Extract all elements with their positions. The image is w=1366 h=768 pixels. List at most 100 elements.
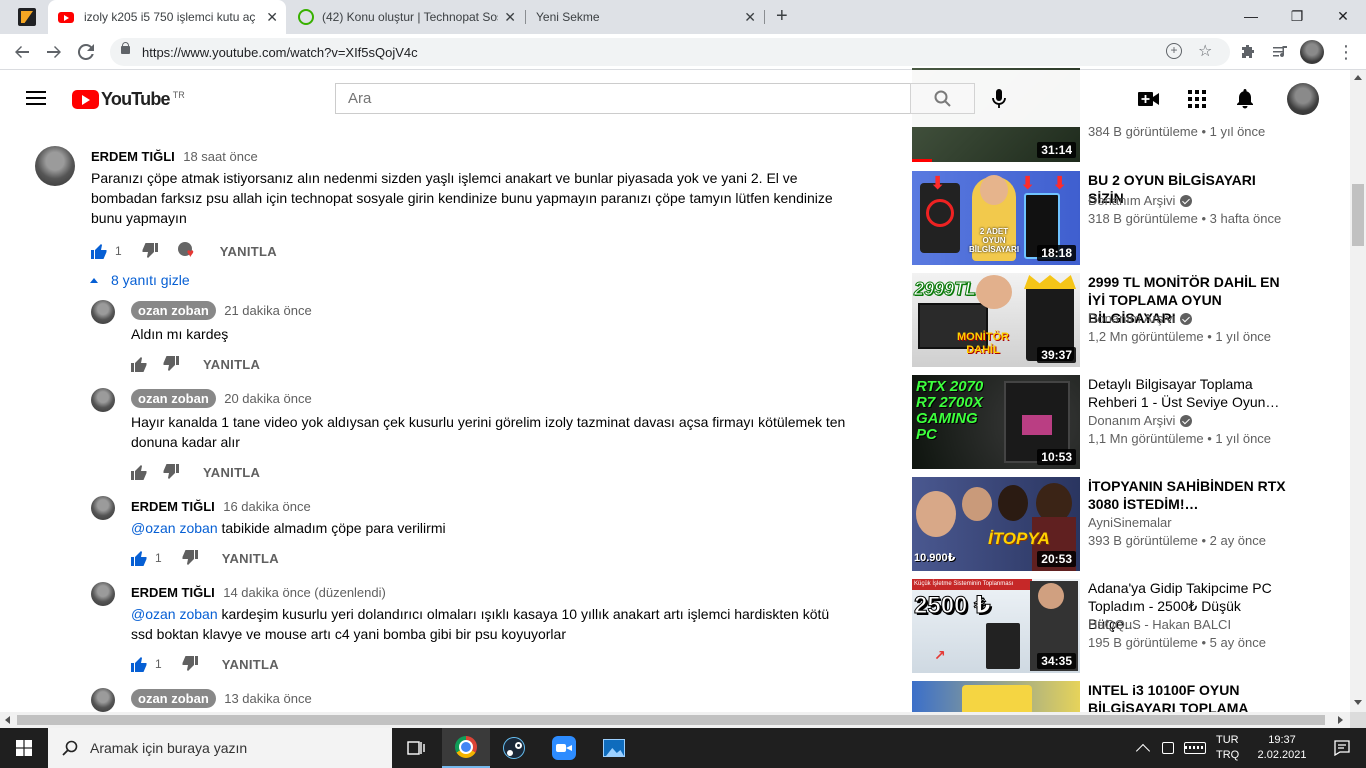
bookmark-star-icon[interactable]: ☆ xyxy=(1198,41,1212,61)
steam-taskbar-icon[interactable] xyxy=(490,728,538,768)
tab-technopat[interactable]: (42) Konu oluştur | Technopat Sos ✕ xyxy=(288,0,524,34)
close-tab-icon[interactable]: ✕ xyxy=(266,9,278,26)
create-video-icon[interactable] xyxy=(1137,87,1161,111)
notifications-bell-icon[interactable] xyxy=(1233,87,1257,111)
video-channel[interactable]: Donanım Arşivi xyxy=(1088,413,1193,428)
reply-author[interactable]: ERDEM TIĞLI xyxy=(131,585,215,600)
tab-new-tab[interactable]: Yeni Sekme ✕ xyxy=(526,0,764,34)
reply-button[interactable]: YANITLA xyxy=(222,551,279,566)
youtube-logo[interactable]: YouTube TR xyxy=(72,89,185,110)
action-center-icon[interactable] xyxy=(1318,728,1366,768)
add-shortcut-icon[interactable]: + xyxy=(1166,43,1182,59)
close-tab-icon[interactable]: ✕ xyxy=(504,9,516,26)
reply-author[interactable]: ERDEM TIĞLI xyxy=(131,499,215,514)
zoom-taskbar-icon[interactable] xyxy=(540,728,588,768)
video-thumbnail[interactable]: RTX 2070 R7 2700X GAMING PC 10:53 xyxy=(912,375,1080,469)
profile-avatar[interactable] xyxy=(1300,40,1324,64)
scroll-down-arrow-icon[interactable] xyxy=(1354,700,1362,705)
mention-link[interactable]: @ozan zoban xyxy=(131,520,218,536)
video-thumbnail[interactable] xyxy=(912,681,1080,712)
video-thumbnail[interactable]: 2999TL MONİTÖR DAHİL 39:37 xyxy=(912,273,1080,367)
apps-grid-icon[interactable] xyxy=(1185,87,1209,111)
tray-chevron-up-icon[interactable] xyxy=(1135,743,1151,759)
clock[interactable]: 19:37 2.02.2021 xyxy=(1252,733,1312,763)
windows-start-icon[interactable] xyxy=(0,728,48,768)
chrome-menu-icon[interactable]: ⋮ xyxy=(1334,40,1358,64)
like-icon[interactable] xyxy=(131,656,147,672)
tab-youtube-video[interactable]: izoly k205 i5 750 işlemci kutu açı ✕ xyxy=(48,0,286,34)
reply-button[interactable]: YANITLA xyxy=(220,244,277,259)
hamburger-menu-icon[interactable] xyxy=(26,91,46,105)
dislike-icon[interactable] xyxy=(163,356,179,372)
scroll-right-arrow-icon[interactable] xyxy=(1338,716,1343,724)
comment-author[interactable]: ERDEM TIĞLI xyxy=(91,149,175,164)
search-input[interactable] xyxy=(336,84,910,113)
avatar[interactable] xyxy=(35,146,75,186)
video-channel[interactable]: HaQQuS - Hakan BALCI xyxy=(1088,617,1231,632)
video-thumbnail[interactable]: ⬇ ⬇ ⬇ 2 ADET OYUN BİLGİSAYARI 18:18 xyxy=(912,171,1080,265)
dislike-icon[interactable] xyxy=(163,464,179,480)
reply-button[interactable]: YANITLA xyxy=(203,357,260,372)
like-icon[interactable] xyxy=(131,356,147,372)
search-field[interactable] xyxy=(335,83,911,114)
avatar[interactable] xyxy=(91,300,115,324)
search-button[interactable] xyxy=(910,83,975,114)
video-title[interactable]: INTEL i3 10100F OYUN BİLGİSAYARI TOPLAMA xyxy=(1088,681,1288,712)
video-thumbnail[interactable]: İTOPYA 10.900₺ 20:53 xyxy=(912,477,1080,571)
keyboard-icon[interactable] xyxy=(1184,742,1206,754)
reply-time[interactable]: 20 dakika önce xyxy=(224,391,311,406)
reply-time[interactable]: 14 dakika önce (düzenlendi) xyxy=(223,585,386,600)
scrollbar-thumb[interactable] xyxy=(17,715,1325,725)
input-language[interactable]: TUR TRQ xyxy=(1216,733,1239,763)
media-queue-icon[interactable] xyxy=(1268,40,1292,64)
list-item[interactable]: Küçük İşletme Sisteminin Toplanması 2500… xyxy=(912,579,1352,673)
list-item[interactable]: ⬇ ⬇ ⬇ 2 ADET OYUN BİLGİSAYARI 18:18 BU 2… xyxy=(912,171,1352,265)
list-item[interactable]: INTEL i3 10100F OYUN BİLGİSAYARI TOPLAMA xyxy=(912,681,1352,712)
close-tab-icon[interactable]: ✕ xyxy=(744,9,756,26)
list-item[interactable]: RTX 2070 R7 2700X GAMING PC 10:53 Detayl… xyxy=(912,375,1352,469)
address-bar[interactable]: https://www.youtube.com/watch?v=XIf5sQoj… xyxy=(110,38,1230,66)
reply-author[interactable]: ozan zoban xyxy=(131,301,216,320)
video-thumbnail[interactable]: Küçük İşletme Sisteminin Toplanması 2500… xyxy=(912,579,1080,673)
taskbar-search[interactable]: Aramak için buraya yazın xyxy=(48,728,392,768)
like-icon[interactable] xyxy=(131,550,147,566)
minimize-icon[interactable]: — xyxy=(1228,0,1274,32)
horizontal-scrollbar[interactable] xyxy=(0,712,1350,728)
account-avatar[interactable] xyxy=(1287,83,1319,115)
reply-time[interactable]: 13 dakika önce xyxy=(224,691,311,706)
video-title[interactable]: İTOPYANIN SAHİBİNDEN RTX 3080 İSTEDİM!… xyxy=(1088,477,1288,513)
dislike-icon[interactable] xyxy=(182,656,198,672)
mention-link[interactable]: @ozan zoban xyxy=(131,606,218,622)
back-arrow-icon[interactable] xyxy=(10,40,34,64)
reply-author[interactable]: ozan zoban xyxy=(131,689,216,708)
video-title[interactable]: Detaylı Bilgisayar Toplama Rehberi 1 - Ü… xyxy=(1088,375,1288,411)
dislike-icon[interactable] xyxy=(142,243,158,259)
like-icon[interactable] xyxy=(131,464,147,480)
reply-time[interactable]: 21 dakika önce xyxy=(224,303,311,318)
list-item[interactable]: 2999TL MONİTÖR DAHİL 39:37 2999 TL MONİT… xyxy=(912,273,1352,367)
scroll-up-arrow-icon[interactable] xyxy=(1354,75,1362,80)
avatar[interactable] xyxy=(91,496,115,520)
dislike-icon[interactable] xyxy=(182,550,198,566)
microphone-icon[interactable] xyxy=(987,87,1011,111)
reply-time[interactable]: 16 dakika önce xyxy=(223,499,310,514)
photos-taskbar-icon[interactable] xyxy=(590,728,638,768)
network-icon[interactable] xyxy=(1162,742,1174,754)
comment-time[interactable]: 18 saat önce xyxy=(183,149,257,164)
task-view-icon[interactable] xyxy=(392,728,440,768)
reply-button[interactable]: YANITLA xyxy=(203,465,260,480)
avatar[interactable] xyxy=(91,388,115,412)
reload-icon[interactable] xyxy=(74,40,98,64)
chrome-taskbar-icon[interactable] xyxy=(442,728,490,768)
extensions-puzzle-icon[interactable] xyxy=(1236,40,1260,64)
vertical-scrollbar[interactable] xyxy=(1350,70,1366,712)
hide-replies-button[interactable]: 8 yanıtı gizle xyxy=(90,272,190,288)
window-close-icon[interactable]: ✕ xyxy=(1320,0,1366,32)
video-channel[interactable]: Donanım Arşivi xyxy=(1088,193,1193,208)
video-channel[interactable]: AyniSinemalar xyxy=(1088,515,1172,530)
video-channel[interactable]: Donanım Arşivi xyxy=(1088,311,1193,326)
like-icon[interactable] xyxy=(91,243,107,259)
restore-icon[interactable]: ❐ xyxy=(1274,0,1320,32)
new-tab-plus-icon[interactable]: + xyxy=(776,5,788,28)
list-item[interactable]: İTOPYA 10.900₺ 20:53 İTOPYANIN SAHİBİNDE… xyxy=(912,477,1352,571)
